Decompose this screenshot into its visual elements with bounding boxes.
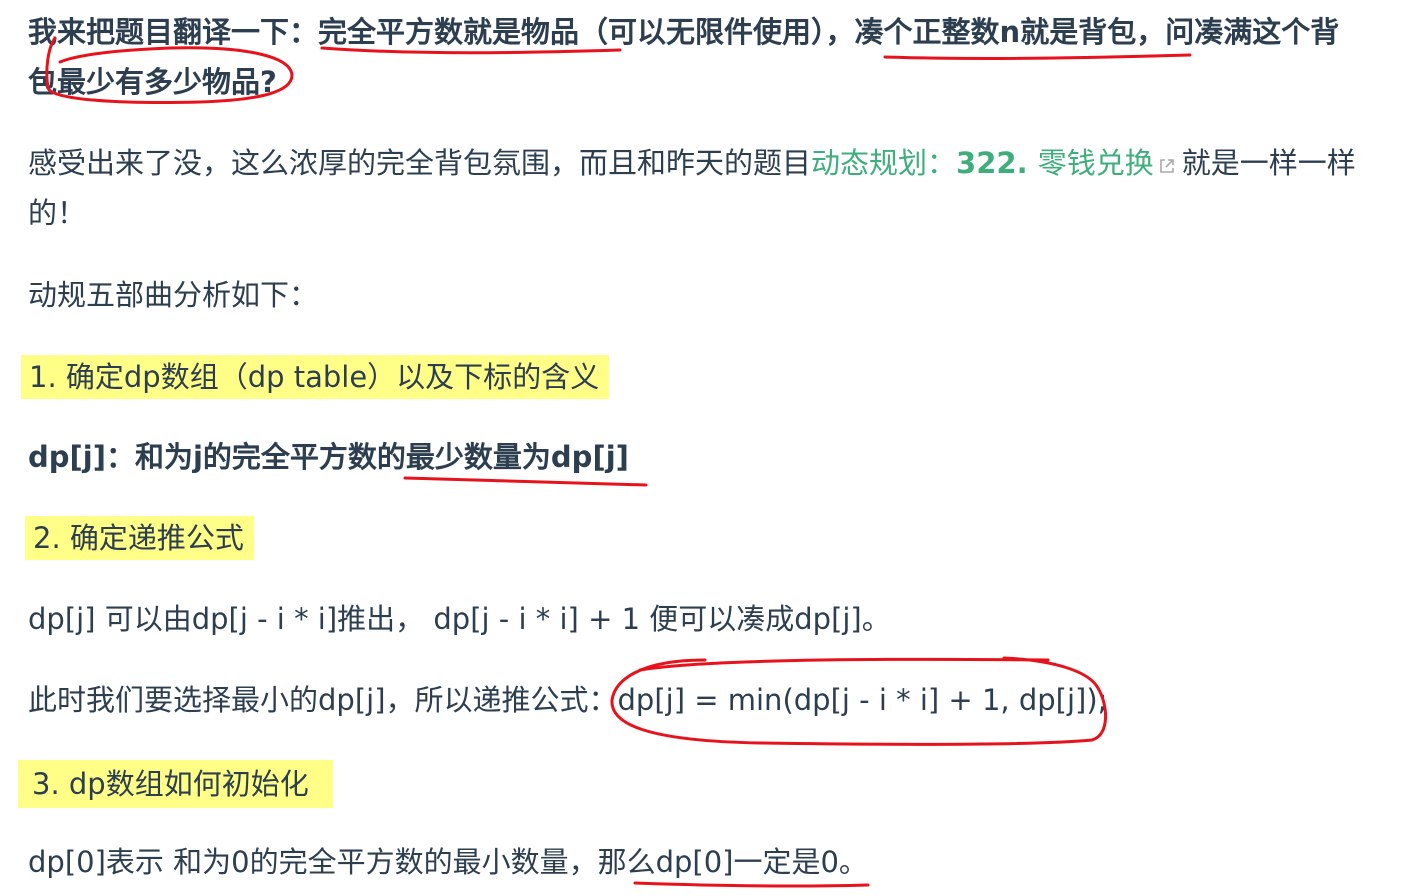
translation-items: 完全平方数就是物品 xyxy=(318,15,580,49)
translation-prefix: 我来把题目翻译一下： xyxy=(28,15,319,49)
formula-intro: 此时我们要选择最小的dp[j]，所以递推公式： xyxy=(28,683,618,717)
link-number: 322. xyxy=(956,146,1038,180)
underline-knapsack xyxy=(883,53,1192,60)
step1-definition: dp[j]：和为j的完全平方数的最少数量为dp[j] xyxy=(28,437,629,477)
link-prefix: 动态规划： xyxy=(811,146,957,180)
step2-heading: 2. 确定递推公式 xyxy=(25,516,254,560)
five-steps-intro: 动规五部曲分析如下： xyxy=(28,278,319,312)
coin-change-link[interactable]: 动态规划：322. 零钱兑换 xyxy=(811,146,1182,180)
translation-min-items: 最少有多少物品? xyxy=(57,65,277,99)
translation-line-1: 我来把题目翻译一下：完全平方数就是物品（可以无限件使用），凑个正整数n就是背包，… xyxy=(28,12,1339,52)
knapsack-comparison-line-1: 感受出来了没，这么浓厚的完全背包氛围，而且和昨天的题目动态规划：322. 零钱兑… xyxy=(28,143,1356,185)
circle-formula-top xyxy=(638,657,1050,672)
comparison-after: 就是一样一样 xyxy=(1181,146,1356,180)
step3-init: dp[0]表示 和为0的完全平方数的最小数量，那么dp[0]一定是0。 xyxy=(28,842,868,882)
translation-question-tail: 包 xyxy=(28,65,58,99)
translation-question: ，问凑满这个背 xyxy=(1136,15,1340,49)
init-value: dp[0]一定是0。 xyxy=(655,845,868,879)
underline-init xyxy=(633,881,870,888)
translation-unlimited: （可以无限件使用）， xyxy=(579,15,855,49)
init-prefix: dp[0]表示 和为0的完全平方数的最小数量，那么 xyxy=(28,845,656,879)
comparison-text: 感受出来了没，这么浓厚的完全背包氛围，而且和昨天的题目 xyxy=(28,146,812,180)
definition-min-count: 最少数量为dp[j] xyxy=(405,440,629,474)
translation-knapsack: 凑个正整数n就是背包 xyxy=(854,15,1137,49)
knapsack-comparison-line-2: 的！ xyxy=(28,193,86,233)
recurrence-formula: dp[j] = min(dp[j - i * i] + 1, dp[j]); xyxy=(617,683,1108,717)
translation-line-2: 包最少有多少物品? xyxy=(28,62,277,102)
comparison-end: 的！ xyxy=(28,196,87,230)
underline-min-count xyxy=(403,476,648,487)
definition-prefix: dp[j]：和为j的完全平方数的 xyxy=(28,440,406,474)
step1-heading: 1. 确定dp数组（dp table）以及下标的含义 xyxy=(21,355,610,399)
step3-heading: 3. dp数组如何初始化 xyxy=(18,760,333,808)
step2-formula-line: 此时我们要选择最小的dp[j]，所以递推公式：dp[j] = min(dp[j … xyxy=(28,680,1107,720)
link-title: 零钱兑换 xyxy=(1037,146,1154,180)
external-link-icon xyxy=(1158,145,1176,185)
step2-derivation: dp[j] 可以由dp[j - i * i]推出， dp[j - i * i] … xyxy=(28,602,891,636)
